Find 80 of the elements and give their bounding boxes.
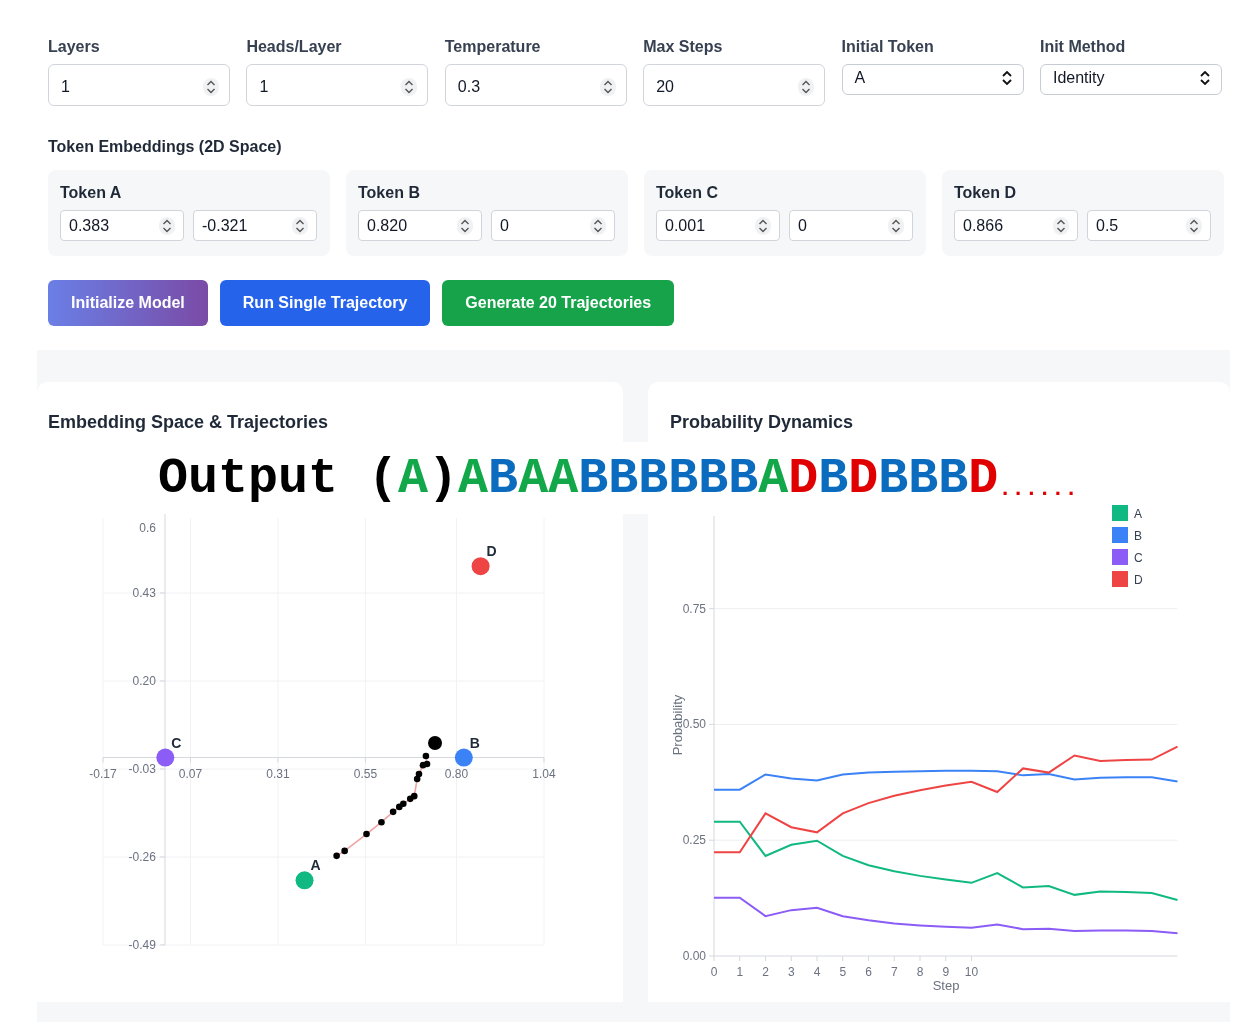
field-label: Initial Token [841,38,935,56]
number-field[interactable]: 1 [48,64,230,106]
point-label: D [486,543,497,560]
axis-label: 6 [865,965,872,979]
axis-label: -0.26 [128,850,156,864]
card-title: Token D [954,184,1017,202]
number-field[interactable]: 0.383 [60,210,184,241]
legend-label: D [1134,573,1143,587]
axis-label: 10 [964,965,979,979]
axis-label: 0.07 [178,766,203,781]
number-field[interactable]: 0 [789,210,913,241]
field-label: Temperature [444,38,542,56]
number-field[interactable]: 0 [491,210,615,241]
select-field[interactable]: Identity [1039,64,1222,95]
axis-label: 1 [736,965,744,979]
axis-label: 0 [710,965,718,979]
stepper-icon [457,216,473,235]
axis-label: 9 [942,965,950,979]
stepper-icon [755,216,771,235]
axis-label: 0.20 [132,674,156,688]
number-field[interactable]: 1 [246,64,429,106]
stepper-icon [401,77,418,96]
stepper-icon [1053,216,1069,235]
axis-title: Probability [670,694,685,756]
select-caret-icon [1198,71,1211,85]
legend-label: B [1134,529,1142,543]
number-field[interactable]: 0.820 [358,210,482,241]
stepper-icon [798,77,815,96]
number-field[interactable]: 20 [643,64,826,106]
axis-label: 4 [813,965,821,979]
axis-label: 1.04 [532,766,556,781]
axis-label: 2 [762,965,769,979]
legend-label: C [1134,551,1143,565]
point-label: C [171,734,182,751]
point-label: A [310,857,321,874]
axis-label: 0.25 [682,833,706,848]
stepper-icon [888,216,904,235]
action-button[interactable]: Initialize Model [48,280,208,326]
number-field[interactable]: 0.5 [1087,210,1211,241]
card-title: Token A [60,184,123,202]
stepper-icon [203,77,219,96]
number-field[interactable]: 0.3 [444,64,627,106]
stepper-icon [599,77,616,96]
axis-label: 0.00 [682,949,706,963]
axis-label: 7 [890,965,898,979]
card-title: Token C [656,184,719,202]
axis-label: 0.31 [266,766,290,781]
field-label: Max Steps [643,38,724,56]
legend-label: A [1134,507,1142,521]
axis-label: 0.75 [682,601,706,616]
field-label: Layers [48,38,101,56]
action-button[interactable]: Run Single Trajectory [219,280,431,326]
axis-label: -0.03 [128,762,156,776]
select-field[interactable]: A [841,64,1024,95]
axis-label: 8 [916,965,924,979]
axis-label: -0.49 [128,938,156,952]
section-title: Token Embeddings (2D Space) [48,138,283,156]
select-caret-icon [1000,71,1013,85]
panel-title: Embedding Space & Trajectories [47,411,330,433]
field-label: Heads/Layer [246,38,343,56]
axis-label: 0.6 [139,520,156,535]
card-title: Token B [358,184,421,202]
stepper-icon [159,216,175,235]
stepper-icon [1186,216,1202,235]
axis-label: 0.80 [444,766,469,781]
axis-label: 5 [839,965,847,979]
number-field[interactable]: 0.001 [656,210,780,241]
point-label: B [469,734,480,751]
stepper-icon [590,216,606,235]
axis-label: 0.50 [682,717,706,732]
axis-label: 3 [787,965,795,979]
number-field[interactable]: -0.321 [193,210,317,241]
axis-label: 0.55 [353,766,378,781]
stepper-icon [292,216,308,235]
axis-label: 0.43 [132,586,156,600]
axis-label: -0.17 [89,766,117,781]
field-label: Init Method [1039,38,1127,56]
axis-title: Step [932,978,960,993]
number-field[interactable]: 0.866 [954,210,1078,241]
panel-title: Probability Dynamics [669,411,855,433]
